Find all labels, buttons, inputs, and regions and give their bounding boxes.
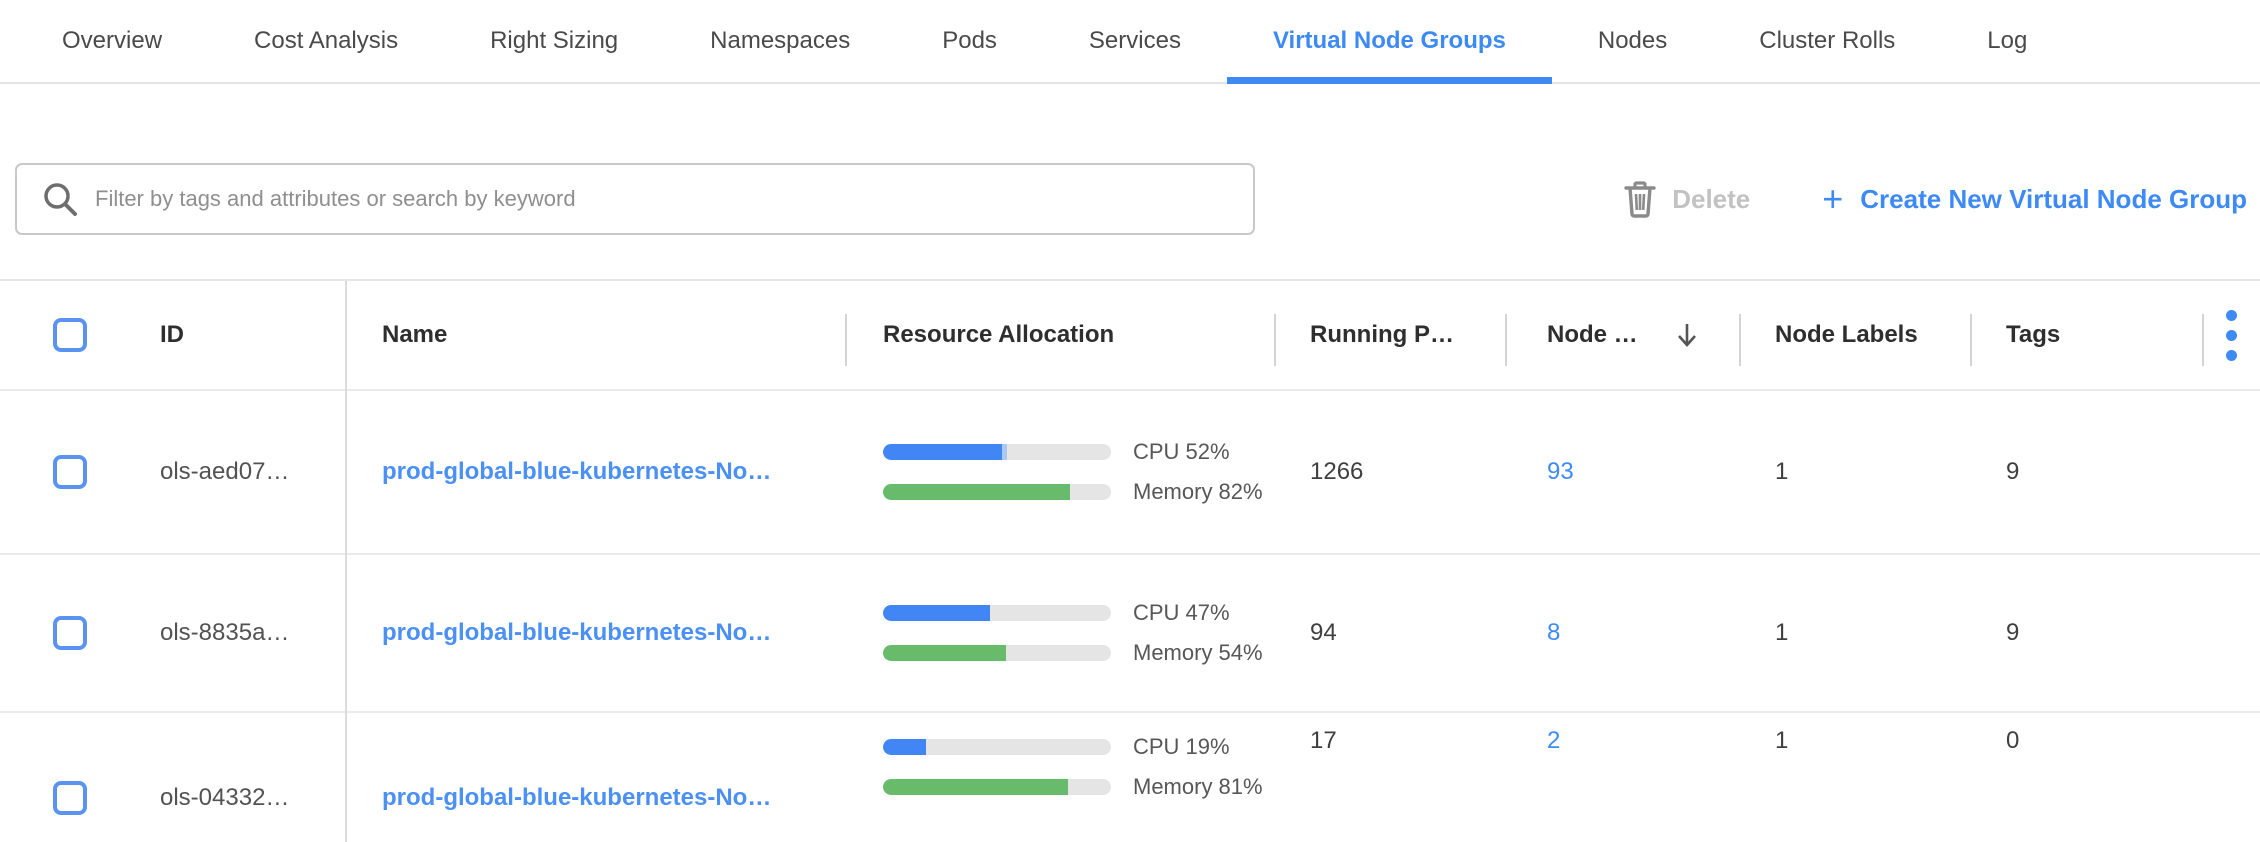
vng-id: ols-aed07… — [130, 458, 346, 486]
tab-right-sizing[interactable]: Right Sizing — [490, 0, 618, 82]
column-header-tags[interactable]: Tags — [1970, 281, 2202, 389]
tab-cluster-rolls[interactable]: Cluster Rolls — [1759, 0, 1895, 82]
memory-bar — [883, 484, 1111, 500]
vng-id: ols-04332… — [130, 784, 346, 812]
tab-overview[interactable]: Overview — [62, 0, 162, 82]
tags-count: 9 — [1970, 619, 2202, 647]
tab-label: Overview — [62, 27, 162, 55]
column-header-name[interactable]: Name — [346, 281, 845, 389]
tab-label: Virtual Node Groups — [1273, 27, 1506, 55]
cpu-bar — [883, 444, 1111, 460]
tab-cost-analysis[interactable]: Cost Analysis — [254, 0, 398, 82]
tab-pods[interactable]: Pods — [942, 0, 997, 82]
row-checkbox[interactable] — [53, 455, 87, 489]
virtual-node-groups-table: ID Name Resource Allocation Running P… N… — [0, 279, 2260, 842]
cpu-bar — [883, 739, 1111, 755]
memory-bar — [883, 779, 1111, 795]
tab-log[interactable]: Log — [1987, 0, 2027, 82]
toolbar: Delete + Create New Virtual Node Group — [0, 163, 2260, 235]
nodes-count-link[interactable]: 8 — [1547, 619, 1560, 646]
tab-label: Cluster Rolls — [1759, 27, 1895, 55]
plus-icon: + — [1822, 181, 1843, 217]
running-pods-count: 17 — [1274, 727, 1505, 755]
column-header-nodes-label: Node … — [1547, 321, 1638, 349]
cpu-label: CPU 19% — [1133, 734, 1230, 760]
tab-label: Cost Analysis — [254, 27, 398, 55]
column-header-id[interactable]: ID — [130, 281, 346, 389]
column-header-resource-allocation[interactable]: Resource Allocation — [845, 281, 1274, 389]
tags-count: 9 — [1970, 458, 2202, 486]
select-all-checkbox[interactable] — [53, 318, 87, 352]
row-checkbox-cell — [0, 781, 130, 815]
filter-search — [15, 163, 1255, 235]
table-row: ols-04332… prod-global-blue-kubernetes-N… — [0, 713, 2260, 842]
memory-label: Memory 81% — [1133, 774, 1263, 800]
tab-label: Pods — [942, 27, 997, 55]
cpu-bar — [883, 605, 1111, 621]
cpu-label: CPU 47% — [1133, 600, 1230, 626]
table-row: ols-8835a… prod-global-blue-kubernetes-N… — [0, 555, 2260, 713]
table-row: ols-aed07… prod-global-blue-kubernetes-N… — [0, 391, 2260, 555]
column-header-running-pods[interactable]: Running P… — [1274, 281, 1505, 389]
memory-label: Memory 82% — [1133, 479, 1263, 505]
delete-label: Delete — [1672, 184, 1750, 215]
node-labels-count: 1 — [1739, 458, 1970, 486]
node-labels-count: 1 — [1739, 619, 1970, 647]
row-checkbox-cell — [0, 455, 130, 489]
search-icon — [41, 180, 79, 218]
node-labels-count: 1 — [1739, 727, 1970, 755]
create-virtual-node-group-button[interactable]: + Create New Virtual Node Group — [1822, 181, 2247, 217]
table-actions: Delete + Create New Virtual Node Group — [1623, 163, 2247, 235]
search-input[interactable] — [15, 163, 1255, 235]
tab-label: Log — [1987, 27, 2027, 55]
tab-namespaces[interactable]: Namespaces — [710, 0, 850, 82]
vng-name-link[interactable]: prod-global-blue-kubernetes-No… — [382, 784, 771, 811]
nodes-count-link[interactable]: 93 — [1547, 458, 1574, 485]
row-checkbox[interactable] — [53, 616, 87, 650]
tags-count: 0 — [1970, 727, 2202, 755]
resource-allocation-cell: CPU 52% Memory 82% — [845, 432, 1274, 512]
top-tab-bar: Overview Cost Analysis Right Sizing Name… — [0, 0, 2260, 84]
vng-id: ols-8835a… — [130, 619, 346, 647]
header-menu-cell — [2202, 281, 2260, 389]
sort-descending-icon[interactable] — [1672, 320, 1702, 350]
tab-services[interactable]: Services — [1089, 0, 1181, 82]
column-header-node-labels[interactable]: Node Labels — [1739, 281, 1970, 389]
memory-label: Memory 54% — [1133, 640, 1263, 666]
nodes-count-link[interactable]: 2 — [1547, 727, 1560, 754]
vng-name-link[interactable]: prod-global-blue-kubernetes-No… — [382, 619, 771, 646]
row-checkbox-cell — [0, 616, 130, 650]
row-checkbox[interactable] — [53, 781, 87, 815]
vng-name-link[interactable]: prod-global-blue-kubernetes-No… — [382, 458, 771, 485]
tab-label: Right Sizing — [490, 27, 618, 55]
resource-allocation-cell: CPU 47% Memory 54% — [845, 593, 1274, 673]
cpu-label: CPU 52% — [1133, 439, 1230, 465]
trash-icon — [1623, 180, 1657, 218]
tab-label: Namespaces — [710, 27, 850, 55]
tab-nodes[interactable]: Nodes — [1598, 0, 1667, 82]
tab-virtual-node-groups[interactable]: Virtual Node Groups — [1273, 0, 1506, 82]
tab-label: Services — [1089, 27, 1181, 55]
running-pods-count: 94 — [1274, 619, 1505, 647]
resource-allocation-cell: CPU 19% Memory 81% — [845, 727, 1274, 807]
delete-button[interactable]: Delete — [1623, 180, 1750, 218]
create-label: Create New Virtual Node Group — [1860, 184, 2247, 215]
running-pods-count: 1266 — [1274, 458, 1505, 486]
table-header-row: ID Name Resource Allocation Running P… N… — [0, 281, 2260, 391]
column-header-nodes[interactable]: Node … — [1505, 281, 1739, 389]
tab-label: Nodes — [1598, 27, 1667, 55]
column-settings-menu-icon[interactable] — [2226, 310, 2237, 361]
memory-bar — [883, 645, 1111, 661]
header-checkbox-cell — [0, 318, 130, 352]
